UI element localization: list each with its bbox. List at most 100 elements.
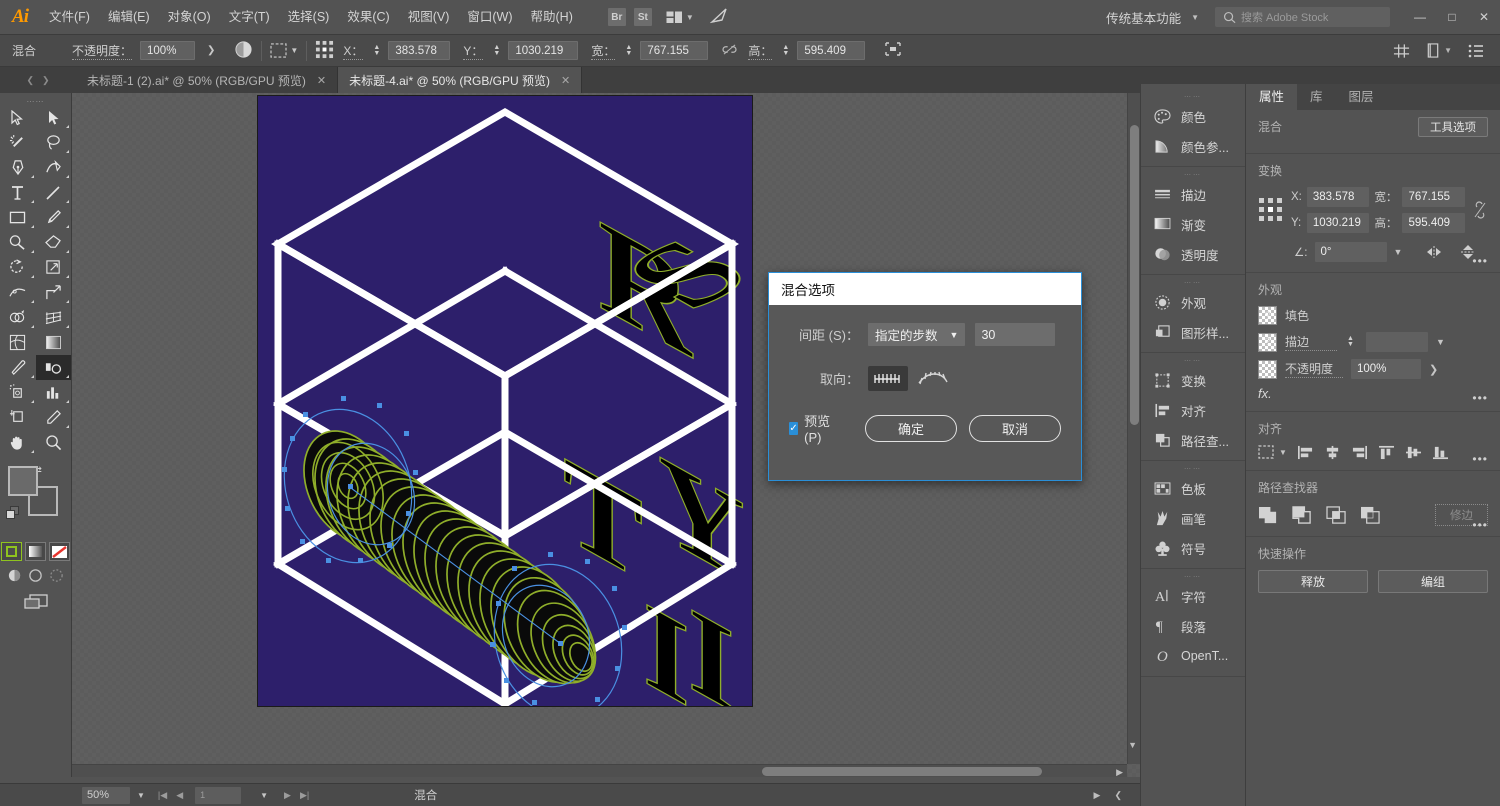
lasso-tool[interactable] xyxy=(36,130,72,155)
free-transform-tool[interactable] xyxy=(36,280,72,305)
scroll-right-icon[interactable]: ▶ xyxy=(1116,767,1123,777)
zoom-tool[interactable] xyxy=(36,430,72,455)
height-control[interactable]: 高： ▲ ▼ 595.409 xyxy=(748,41,866,60)
eyedropper-tool[interactable] xyxy=(0,355,36,380)
dock-item-align[interactable]: 对齐 xyxy=(1141,395,1245,425)
fill-swatch[interactable] xyxy=(7,466,38,496)
align-center-horizontal-icon[interactable] xyxy=(1324,445,1341,460)
dock-item-appearance[interactable]: 外观 xyxy=(1141,287,1245,317)
chevron-down-icon[interactable]: ▼ xyxy=(137,791,145,800)
width-stepper[interactable]: ▲ ▼ xyxy=(623,44,634,57)
release-button[interactable]: 释放 xyxy=(1258,570,1368,593)
align-more-options-icon[interactable]: ••• xyxy=(1472,452,1488,466)
dock-item-color-guide[interactable]: 颜色参... xyxy=(1141,131,1245,161)
dock-item-transform[interactable]: 变换 xyxy=(1141,365,1245,395)
align-center-vertical-icon[interactable] xyxy=(1405,445,1422,460)
status-expand-icon[interactable]: ▶ xyxy=(1094,790,1101,801)
opacity-swatch[interactable] xyxy=(1258,359,1277,379)
x-input[interactable]: 383.578 xyxy=(388,41,451,60)
blend-tool[interactable] xyxy=(35,355,71,380)
unite-icon[interactable] xyxy=(1258,506,1279,525)
width-input[interactable]: 767.155 xyxy=(640,41,709,60)
chevron-right-icon[interactable]: ❯ xyxy=(42,75,50,86)
dock-item-pathfinder[interactable]: 路径查... xyxy=(1141,425,1245,455)
artboard-number-input[interactable]: 1 xyxy=(195,786,242,804)
slice-tool[interactable] xyxy=(36,405,72,430)
artboard[interactable]: C U R S T Y I I xyxy=(258,96,752,706)
y-input[interactable]: 1030.219 xyxy=(1306,213,1370,233)
select-similar-button[interactable]: ▼ xyxy=(270,43,298,58)
align-to-path-button[interactable] xyxy=(913,366,953,391)
dock-item-gradient[interactable]: 渐变 xyxy=(1141,209,1245,239)
ok-button[interactable]: 确定 xyxy=(865,414,957,442)
panel-menu-icon[interactable] xyxy=(1468,44,1484,58)
horizontal-scroll-thumb[interactable] xyxy=(762,767,1042,776)
angle-input[interactable]: 0° xyxy=(1314,242,1387,262)
previous-artboard-icon[interactable]: ◀ xyxy=(176,790,183,801)
toolbar-drag-handle[interactable]: ⋯⋯ xyxy=(0,97,71,106)
cancel-button[interactable]: 取消 xyxy=(969,414,1061,442)
minus-front-icon[interactable] xyxy=(1292,505,1313,525)
draw-normal-icon[interactable] xyxy=(7,568,22,583)
width-control[interactable]: 宽： ▲ ▼ 767.155 xyxy=(591,41,709,60)
minimize-button[interactable]: — xyxy=(1404,0,1436,35)
tab-properties[interactable]: 属性 xyxy=(1246,84,1298,110)
perspective-grid-tool[interactable] xyxy=(36,305,72,330)
eraser-tool[interactable] xyxy=(36,230,72,255)
tab-libraries[interactable]: 库 xyxy=(1297,84,1336,110)
status-collapse-icon[interactable]: ❮ xyxy=(1114,790,1122,801)
exclude-icon[interactable] xyxy=(1360,506,1381,525)
align-bottom-icon[interactable] xyxy=(1432,445,1449,460)
height-stepper[interactable]: ▲ ▼ xyxy=(780,44,791,57)
dock-item-swatches[interactable]: 色板 xyxy=(1141,473,1245,503)
chevron-down-icon[interactable]: ▼ xyxy=(1394,247,1403,257)
rectangle-tool[interactable] xyxy=(0,205,36,230)
bridge-icon[interactable]: Br xyxy=(607,8,626,26)
align-top-icon[interactable] xyxy=(1378,445,1395,460)
chevron-right-icon[interactable]: ❯ xyxy=(1429,363,1438,376)
dock-item-stroke[interactable]: 描边 xyxy=(1141,179,1245,209)
stroke-weight-stepper[interactable]: ▲ ▼ xyxy=(1345,335,1356,348)
height-input[interactable]: 595.409 xyxy=(1402,213,1465,233)
scroll-down-icon[interactable]: ▼ xyxy=(1128,740,1137,750)
dock-group-handle[interactable]: ⋯⋯ xyxy=(1141,278,1245,287)
curvature-tool[interactable] xyxy=(36,155,72,180)
stock-icon[interactable]: St xyxy=(633,8,652,26)
group-button[interactable]: 编组 xyxy=(1378,570,1488,593)
intersect-icon[interactable] xyxy=(1326,505,1347,525)
align-to-page-button[interactable] xyxy=(868,366,908,391)
hand-tool[interactable] xyxy=(0,430,36,455)
dock-group-handle[interactable]: ⋯⋯ xyxy=(1141,92,1245,101)
none-mode-button[interactable] xyxy=(49,542,70,561)
symbol-sprayer-tool[interactable] xyxy=(0,380,36,405)
blend-options-dialog[interactable]: 混合选项 间距 (S)： 指定的步数 ▼ 30 取向： ✓ 预览 (P) 确定 … xyxy=(768,272,1082,481)
y-input[interactable]: 1030.219 xyxy=(508,41,579,60)
draw-behind-icon[interactable] xyxy=(28,568,43,583)
maximize-button[interactable]: □ xyxy=(1436,0,1468,35)
document-tab-1[interactable]: 未标题-1 (2).ai* @ 50% (RGB/GPU 预览) ✕ xyxy=(76,67,339,93)
arrange-documents-button[interactable]: ▼ xyxy=(666,11,694,24)
appearance-more-options-icon[interactable]: ••• xyxy=(1472,391,1488,405)
menu-view[interactable]: 视图(V) xyxy=(399,0,459,35)
menu-help[interactable]: 帮助(H) xyxy=(522,0,582,35)
width-input[interactable]: 767.155 xyxy=(1402,187,1465,207)
close-button[interactable]: ✕ xyxy=(1468,0,1500,35)
x-position-control[interactable]: X： ▲ ▼ 383.578 xyxy=(343,41,451,60)
last-artboard-icon[interactable]: ▶| xyxy=(300,790,309,801)
fill-swatch[interactable]: ? xyxy=(1258,306,1277,325)
menu-edit[interactable]: 编辑(E) xyxy=(99,0,159,35)
align-panel-icon[interactable] xyxy=(1393,43,1410,59)
next-artboard-icon[interactable]: ▶ xyxy=(284,790,291,801)
change-screen-mode-icon[interactable] xyxy=(21,593,51,611)
constrain-proportions-button[interactable] xyxy=(1472,201,1488,219)
fx-button[interactable]: fx. xyxy=(1258,386,1488,401)
stroke-swatch[interactable]: ? xyxy=(1258,332,1277,352)
y-stepper[interactable]: ▲ ▼ xyxy=(491,44,502,57)
opacity-control[interactable]: 不透明度： 100% ❯ xyxy=(72,41,215,60)
height-input[interactable]: 595.409 xyxy=(797,41,866,60)
paintbrush-tool[interactable] xyxy=(36,205,72,230)
y-position-control[interactable]: Y： ▲ ▼ 1030.219 xyxy=(463,41,579,60)
gradient-mode-button[interactable] xyxy=(25,542,46,561)
shaper-tool[interactable] xyxy=(0,230,36,255)
chevron-left-icon[interactable]: ❮ xyxy=(26,75,34,86)
